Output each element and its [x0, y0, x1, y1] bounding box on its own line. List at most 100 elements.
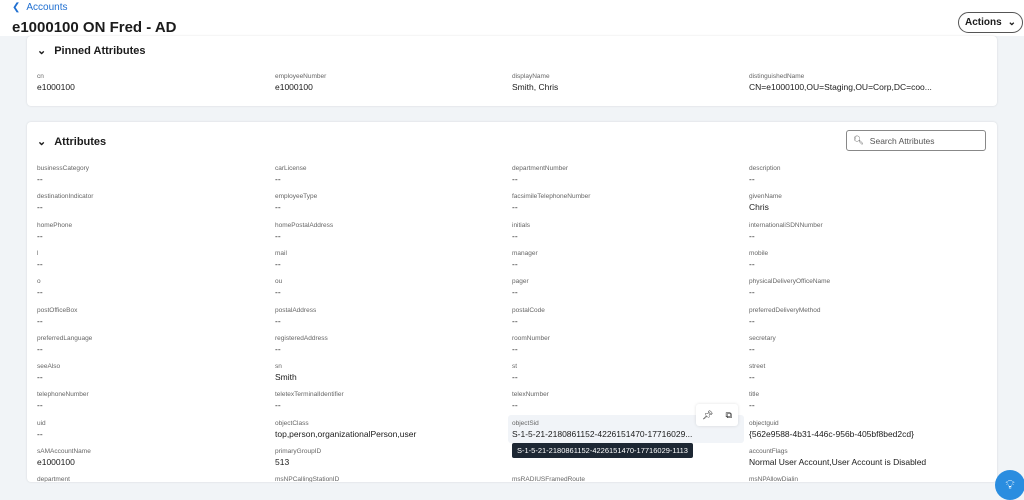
lightbulb-help-button[interactable]: 💡︎ — [995, 470, 1024, 500]
attribute-field[interactable]: postalAddress -- — [275, 306, 505, 327]
attribute-field[interactable]: homePhone -- — [37, 221, 267, 242]
attribute-field[interactable]: displayName Smith, Chris — [512, 72, 742, 93]
attribute-field[interactable]: initials -- — [512, 221, 742, 242]
attributes-toggle[interactable]: ⌄ Attributes — [37, 135, 106, 149]
attribute-label: departmentNumber — [512, 165, 568, 172]
attribute-field[interactable]: manager -- — [512, 249, 742, 270]
chevron-down-icon: ⌄ — [1007, 17, 1017, 28]
attribute-label: mobile — [749, 249, 769, 257]
attribute-field[interactable]: postalCode -- — [512, 306, 742, 327]
attribute-value: -- — [275, 343, 281, 354]
pinned-toggle[interactable]: ⌄ Pinned Attributes — [37, 44, 145, 58]
copy-icon[interactable]: ⧉ — [726, 410, 732, 421]
attribute-value: {562e9588-4b31-446c-956b-405bf8bed2cd} — [749, 428, 914, 439]
pin-icon[interactable]: 📌︎ — [702, 410, 713, 421]
attribute-value: CN=e1000100,OU=Staging,OU=Corp,DC=coo... — [749, 82, 932, 92]
attribute-field[interactable]: distinguishedName CN=e1000100,OU=Staging,… — [749, 72, 979, 93]
attribute-value: -- — [749, 315, 755, 326]
attribute-field[interactable]: msRADIUSFramedRoute — [512, 475, 742, 482]
attribute-field[interactable]: secretary -- — [749, 334, 979, 355]
attribute-label: ou — [275, 278, 283, 286]
attribute-label: employeeType — [275, 193, 318, 201]
attribute-field[interactable]: pager -- — [512, 277, 742, 298]
attribute-field[interactable]: sn Smith — [275, 362, 505, 383]
attribute-field[interactable]: ou -- — [275, 277, 505, 298]
attribute-label: title — [749, 391, 760, 399]
attribute-value: -- — [37, 287, 43, 298]
attribute-label: o — [37, 278, 41, 286]
attribute-field[interactable]: destinationIndicator -- — [37, 192, 267, 213]
attribute-field[interactable]: seeAlso -- — [37, 362, 267, 383]
attribute-field[interactable]: roomNumber -- — [512, 334, 742, 355]
attribute-field[interactable]: internationaliSDNNumber -- — [749, 221, 979, 242]
attribute-label: displayName — [512, 73, 550, 80]
attribute-value: -- — [37, 174, 43, 184]
attribute-field[interactable]: postOfficeBox -- — [37, 306, 267, 327]
attribute-value: -- — [37, 202, 43, 213]
attribute-field[interactable]: description -- — [749, 164, 979, 185]
attribute-label: initials — [512, 221, 531, 229]
chevron-down-icon: ⌄ — [37, 136, 47, 148]
attribute-field[interactable]: title -- — [749, 390, 979, 411]
attribute-field[interactable]: o -- — [37, 277, 267, 298]
attribute-field[interactable]: accountFlags Normal User Account,User Acc… — [749, 447, 979, 468]
attribute-label: internationaliSDNNumber — [749, 221, 823, 229]
attribute-label: msRADIUSFramedRoute — [512, 476, 585, 482]
attribute-label: seeAlso — [37, 363, 61, 371]
attribute-field[interactable]: registeredAddress -- — [275, 334, 505, 355]
attribute-field[interactable]: facsimileTelephoneNumber -- — [512, 192, 742, 213]
attribute-value: -- — [749, 258, 755, 269]
chevron-left-icon: ❮ — [12, 2, 21, 13]
attribute-field[interactable]: givenName Chris — [749, 192, 979, 213]
attribute-value: Chris — [749, 202, 769, 213]
attribute-field[interactable]: objectClass top,person,organizationalPers… — [275, 419, 505, 440]
attribute-value: -- — [275, 202, 281, 213]
attribute-field[interactable]: carLicense -- — [275, 164, 505, 185]
attribute-field[interactable]: preferredLanguage -- — [37, 334, 267, 355]
back-label: Accounts — [26, 2, 68, 13]
attribute-value: Smith — [275, 372, 297, 383]
attribute-field[interactable]: telephoneNumber -- — [37, 390, 267, 411]
attribute-value: -- — [275, 287, 281, 298]
page-header: ❮ Accounts e1000100 ON Fred - AD Actions ⌄ — [0, 0, 1024, 36]
attribute-field[interactable]: sAMAccountName e1000100 — [37, 447, 267, 468]
attribute-value: -- — [512, 174, 518, 184]
attribute-label: employeeNumber — [275, 73, 327, 80]
attribute-field[interactable]: employeeNumber e1000100 — [275, 72, 505, 93]
attribute-field[interactable]: preferredDeliveryMethod -- — [749, 306, 979, 327]
attribute-label: street — [749, 363, 766, 371]
attribute-field[interactable]: primaryGroupID 513 — [275, 447, 505, 468]
attribute-value: -- — [749, 174, 755, 184]
attribute-field[interactable]: homePostalAddress -- — [275, 221, 505, 242]
attribute-label: preferredLanguage — [37, 334, 93, 342]
attribute-field[interactable]: l -- — [37, 249, 267, 270]
attribute-field[interactable]: employeeType -- — [275, 192, 505, 213]
attribute-field[interactable]: mail -- — [275, 249, 505, 270]
attribute-field[interactable]: msNPCallingStationID — [275, 475, 505, 482]
attribute-field[interactable]: physicalDeliveryOfficeName -- — [749, 277, 979, 298]
actions-button[interactable]: Actions ⌄ — [958, 12, 1023, 33]
attribute-value: Smith, Chris — [512, 82, 559, 92]
attribute-value: e1000100 — [275, 82, 313, 92]
attribute-value: -- — [512, 202, 518, 213]
attribute-field[interactable]: businessCategory -- — [37, 164, 267, 185]
attribute-field[interactable]: st -- — [512, 362, 742, 383]
attribute-field[interactable]: teletexTerminalIdentifier -- — [275, 390, 505, 411]
attribute-field[interactable]: department — [37, 475, 267, 482]
back-link[interactable]: ❮ Accounts — [12, 2, 68, 13]
attribute-value: -- — [512, 372, 518, 383]
attribute-field[interactable]: cn e1000100 — [37, 72, 267, 93]
attribute-field[interactable]: objectguid {562e9588-4b31-446c-956b-405bf… — [749, 419, 979, 440]
attribute-label: carLicense — [275, 165, 307, 172]
attribute-field[interactable]: mobile -- — [749, 249, 979, 270]
attribute-label: secretary — [749, 334, 776, 342]
search-attributes-input[interactable]: 🔍︎ Search Attributes — [846, 130, 986, 151]
attribute-field[interactable]: uid -- — [37, 419, 267, 440]
attribute-field[interactable]: msNPAllowDialin — [749, 475, 979, 482]
attribute-label: mail — [275, 249, 287, 257]
attribute-label: st — [512, 363, 518, 371]
attribute-field[interactable]: departmentNumber -- — [512, 164, 742, 185]
attribute-field[interactable]: street -- — [749, 362, 979, 383]
attribute-label: homePostalAddress — [275, 221, 334, 229]
search-icon: 🔍︎ — [853, 135, 864, 145]
